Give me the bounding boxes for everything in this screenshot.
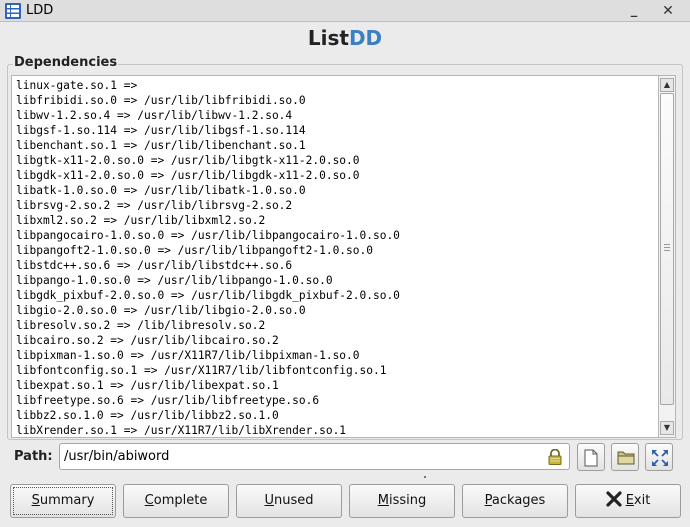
list-item[interactable]: libpangoft2-1.0.so.0 => /usr/lib/libpang…	[12, 243, 658, 258]
list-item[interactable]: libcairo.so.2 => /usr/lib/libcairo.so.2	[12, 333, 658, 348]
scrollbar-thumb[interactable]	[660, 93, 674, 405]
dependencies-label: Dependencies	[13, 55, 119, 70]
minimize-icon[interactable]: _	[626, 3, 642, 19]
list-item[interactable]: libfribidi.so.0 => /usr/lib/libfribidi.s…	[12, 93, 658, 108]
title-bar: LDD _ ✕	[0, 0, 690, 22]
close-icon[interactable]: ✕	[660, 3, 676, 19]
list-item[interactable]: libbz2.so.1.0 => /usr/lib/libbz2.so.1.0	[12, 408, 658, 423]
folder-icon	[617, 451, 635, 465]
list-item[interactable]: libpixman-1.so.0 => /usr/X11R7/lib/libpi…	[12, 348, 658, 363]
list-item[interactable]: libatk-1.0.so.0 => /usr/lib/libatk-1.0.s…	[12, 183, 658, 198]
summary-button[interactable]: Summary	[10, 484, 116, 518]
app-brand-title: ListDD	[0, 26, 690, 50]
list-item[interactable]: libstdc++.so.6 => /usr/lib/libstdc++.so.…	[12, 258, 658, 273]
list-item[interactable]: libfreetype.so.6 => /usr/lib/libfreetype…	[12, 393, 658, 408]
exit-button[interactable]: Exit	[575, 484, 681, 518]
fullscreen-button[interactable]	[645, 443, 673, 471]
open-folder-button[interactable]	[611, 443, 639, 471]
dependencies-list[interactable]: linux-gate.so.1 => libfribidi.so.0 => /us…	[11, 75, 659, 438]
list-item[interactable]: libresolv.so.2 => /lib/libresolv.so.2	[12, 318, 658, 333]
list-grid-icon	[5, 3, 21, 19]
list-item[interactable]: libgdk-x11-2.0.so.0 => /usr/lib/libgdk-x…	[12, 168, 658, 183]
list-item[interactable]: linux-gate.so.1 =>	[12, 78, 658, 93]
list-item[interactable]: libexpat.so.1 => /usr/lib/libexpat.so.1	[12, 378, 658, 393]
list-item[interactable]: libgtk-x11-2.0.so.0 => /usr/lib/libgtk-x…	[12, 153, 658, 168]
scroll-down-arrow-icon[interactable]: ▼	[660, 421, 674, 435]
list-item[interactable]: librsvg-2.so.2 => /usr/lib/librsvg-2.so.…	[12, 198, 658, 213]
list-item[interactable]: libpango-1.0.so.0 => /usr/lib/libpango-1…	[12, 273, 658, 288]
list-item[interactable]: libfontconfig.so.1 => /usr/X11R7/lib/lib…	[12, 363, 658, 378]
dependencies-scrollbar[interactable]: ▲ ▼	[659, 75, 676, 438]
packages-button[interactable]: Packages	[462, 484, 568, 518]
scroll-up-arrow-icon[interactable]: ▲	[660, 78, 674, 92]
list-item[interactable]: libgsf-1.so.114 => /usr/lib/libgsf-1.so.…	[12, 123, 658, 138]
complete-button[interactable]: Complete	[123, 484, 229, 518]
path-input[interactable]: /usr/bin/abiword	[59, 443, 570, 470]
list-item[interactable]: libenchant.so.1 => /usr/lib/libenchant.s…	[12, 138, 658, 153]
list-item[interactable]: libpangocairo-1.0.so.0 => /usr/lib/libpa…	[12, 228, 658, 243]
separator-dot	[424, 476, 426, 478]
brand-part-dd: DD	[348, 26, 383, 50]
expand-arrows-icon	[652, 450, 668, 466]
list-item[interactable]: libXrender.so.1 => /usr/X11R7/lib/libXre…	[12, 423, 658, 437]
brand-part-list: List	[307, 26, 349, 50]
window-title: LDD	[26, 3, 54, 18]
list-item[interactable]: libgio-2.0.so.0 => /usr/lib/libgio-2.0.s…	[12, 303, 658, 318]
path-label: Path:	[14, 449, 53, 464]
x-exit-icon	[606, 490, 622, 507]
list-item[interactable]: libxml2.so.2 => /usr/lib/libxml2.so.2	[12, 213, 658, 228]
blank-document-icon	[584, 449, 598, 467]
missing-button[interactable]: Missing	[349, 484, 455, 518]
new-file-button[interactable]	[577, 443, 605, 471]
lock-icon	[548, 449, 562, 465]
list-item[interactable]: libwv-1.2.so.4 => /usr/lib/libwv-1.2.so.…	[12, 108, 658, 123]
unused-button[interactable]: Unused	[236, 484, 342, 518]
list-item[interactable]: libgdk_pixbuf-2.0.so.0 => /usr/lib/libgd…	[12, 288, 658, 303]
